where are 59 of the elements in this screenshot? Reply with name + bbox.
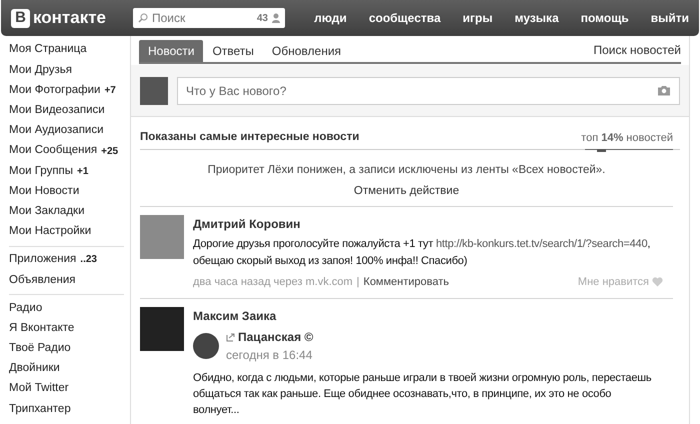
sidebar-item[interactable]: Мои Группы +1 — [9, 161, 124, 182]
separator: | — [356, 274, 360, 290]
share-arrow-icon — [226, 332, 235, 342]
undo-link[interactable]: Отменить действие — [354, 182, 460, 200]
post-text: Дорогие друзья проголосуйте пожалуйста +1 тут http://kb-konkurs.tet.tv/search/1/?search=440, обещаю скорый выход из запоя! 100% инфа!! Спасибо) — [193, 236, 652, 269]
news-filter[interactable]: топ 14% новостей — [581, 130, 673, 146]
tab[interactable]: Новости — [139, 40, 204, 62]
sidebar-item[interactable]: Двойники — [9, 358, 124, 379]
feed-title: Показаны самые интересные новости — [140, 130, 360, 145]
sidebar-item[interactable]: Мой Twitter — [9, 379, 124, 400]
post-input-field[interactable]: Что у Вас нового? — [177, 76, 680, 104]
sidebar-item[interactable]: Мои Настройки — [9, 222, 124, 242]
tab[interactable]: Ответы — [203, 40, 263, 62]
sidebar-item[interactable]: Мои Фотографии +7 — [9, 80, 124, 101]
post-link[interactable]: http://kb-konkurs.tet.tv/search/1/?search=440 — [436, 238, 648, 250]
sidebar-item[interactable]: Мои Видеозаписи — [9, 100, 124, 121]
nav-link[interactable]: выйти — [650, 9, 689, 27]
logo-badge[interactable]: В — [11, 8, 30, 28]
tab[interactable]: Обновления — [262, 40, 350, 62]
sidebar-item[interactable]: Мои Аудиозаписи — [9, 120, 124, 141]
logo-text[interactable]: контакте — [33, 5, 106, 31]
nav-link[interactable]: помощь — [580, 9, 629, 27]
search-placeholder: Поиск — [152, 10, 186, 27]
avatar-placeholder — [193, 333, 219, 360]
source-name[interactable]: Пацанская © — [238, 328, 314, 346]
sidebar-item[interactable]: Мои Новости — [9, 181, 124, 202]
nav-link[interactable]: люди — [314, 9, 347, 27]
sidebar-item[interactable]: Мои Сообщения +25 — [9, 140, 124, 162]
nav-link[interactable]: игры — [462, 9, 493, 27]
author-name[interactable]: Дмитрий Коровин — [193, 214, 673, 233]
sidebar-item[interactable]: Трипхантер — [9, 399, 124, 420]
notice-text: Приоритет Лёхи понижен, а записи исключены из ленты «Всех новостей». — [208, 163, 606, 178]
camera-icon — [657, 85, 671, 96]
sidebar-item[interactable]: Твоё Радио — [9, 338, 124, 359]
avatar-placeholder — [140, 76, 168, 104]
sidebar-item[interactable]: Моя Страница — [9, 40, 124, 60]
nav-link[interactable]: сообщества — [368, 9, 441, 27]
post-time: два часа назад через m.vk.com — [193, 274, 353, 290]
sidebar-item[interactable]: Радио — [9, 298, 124, 318]
slider-thumb[interactable] — [597, 149, 606, 152]
search-field[interactable]: Поиск 43 — [133, 8, 285, 28]
avatar-placeholder — [140, 307, 184, 352]
post-text: Обидно, когда с людьми, которые раньше играли в твоей жизни огромную роль, перестаешь общаться так как раньше. Еще обиднее осознавать,что, в принципе, их это не особо волнует... — [193, 371, 652, 418]
post-time: сегодня в 16:44 — [226, 347, 314, 364]
author-name[interactable]: Максим Заика — [193, 307, 673, 326]
search-count: 43 — [256, 12, 268, 26]
nav-link[interactable]: музыка — [514, 9, 559, 27]
search-icon — [138, 13, 148, 23]
person-icon — [272, 13, 280, 23]
sidebar-item[interactable]: Я Вконтакте — [9, 318, 124, 339]
sidebar-item[interactable]: Объявления — [9, 270, 124, 290]
search-news-link[interactable]: Поиск новостей — [593, 41, 681, 62]
sidebar-item[interactable]: Мои Друзья — [9, 60, 124, 80]
sidebar-item[interactable]: Мои Закладки — [9, 202, 124, 222]
comment-link[interactable]: Комментировать — [363, 274, 450, 290]
heart-icon — [652, 277, 663, 287]
input-placeholder: Что у Вас нового? — [186, 82, 288, 100]
sidebar-item[interactable]: Приложения ..23 — [9, 250, 124, 270]
avatar-placeholder — [140, 214, 184, 259]
